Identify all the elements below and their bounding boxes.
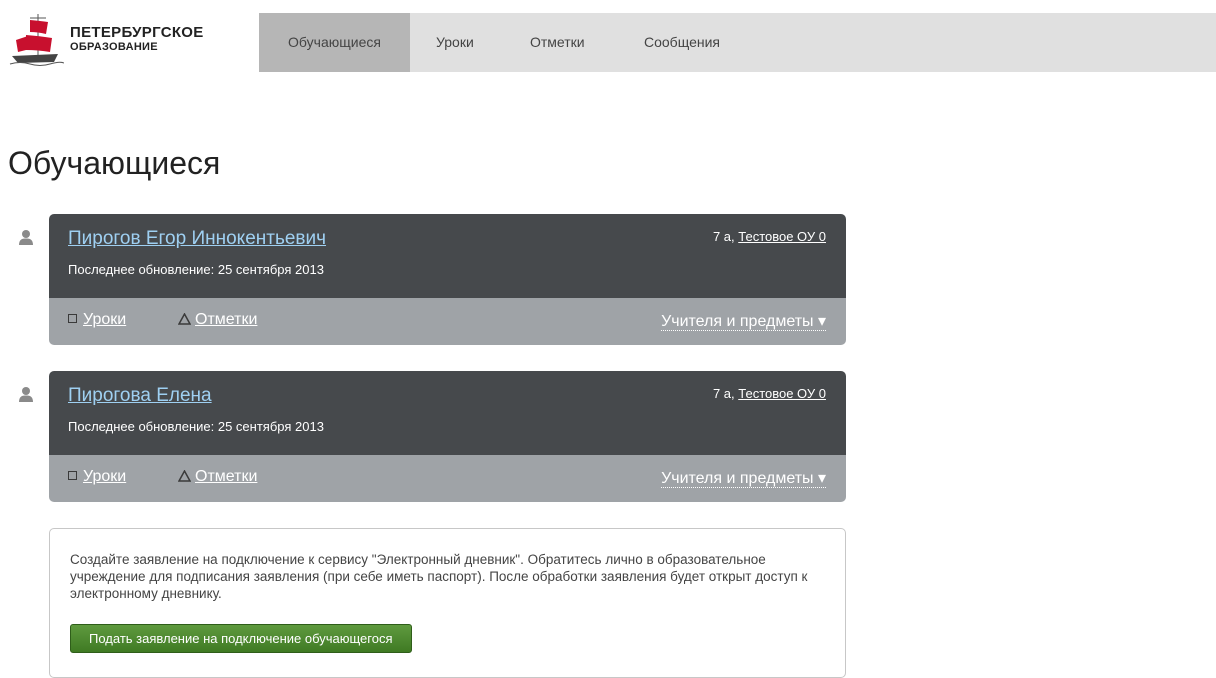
school-link[interactable]: Тестовое ОУ 0 [738, 229, 826, 244]
page-title: Обучающиеся [8, 145, 221, 181]
last-updated-text: Последнее обновление: 25 сентября 2013 [68, 262, 324, 277]
nav-tab-messages[interactable]: Сообщения [644, 13, 720, 72]
marks-link-label: Отметки [195, 468, 258, 485]
school-link[interactable]: Тестовое ОУ 0 [738, 386, 826, 401]
triangle-icon [178, 313, 191, 325]
teachers-subjects-label: Учителя и предметы ▾ [661, 470, 826, 488]
student-card-actions: Уроки Отметки Учителя и предметы ▾ [49, 298, 846, 345]
class-label: 7 а, [712, 386, 735, 401]
nav-tab-marks[interactable]: Отметки [530, 13, 585, 72]
student-name-link[interactable]: Пирогов Егор Иннокентьевич [68, 228, 326, 250]
student-name-link[interactable]: Пирогова Елена [68, 385, 212, 407]
nav-tab-students[interactable]: Обучающиеся [259, 13, 410, 72]
square-icon [68, 471, 77, 480]
class-info: 7 а, Тестовое ОУ 0 [713, 229, 826, 244]
marks-link-label: Отметки [195, 311, 258, 328]
class-label: 7 а, [712, 229, 735, 244]
person-icon [19, 387, 33, 402]
last-updated-text: Последнее обновление: 25 сентября 2013 [68, 419, 324, 434]
header: ПЕТЕРБУРГСКОЕ ОБРАЗОВАНИЕ Обучающиеся Ур… [0, 0, 1216, 72]
teachers-subjects-dropdown[interactable]: Учителя и предметы ▾ [661, 311, 826, 331]
ship-logo-icon [9, 14, 64, 66]
person-icon [19, 230, 33, 245]
student-card-header: Пирогова Елена Последнее обновление: 25 … [49, 371, 846, 455]
marks-link[interactable]: Отметки [178, 311, 257, 329]
main-nav: Обучающиеся Уроки Отметки Сообщения [259, 13, 1216, 72]
student-card: Пирогов Егор Иннокентьевич Последнее обн… [49, 214, 846, 345]
teachers-subjects-dropdown[interactable]: Учителя и предметы ▾ [661, 468, 826, 488]
lessons-link[interactable]: Уроки [68, 311, 126, 329]
square-icon [68, 314, 77, 323]
student-card: Пирогова Елена Последнее обновление: 25 … [49, 371, 846, 502]
lessons-link[interactable]: Уроки [68, 468, 126, 486]
lessons-link-label: Уроки [83, 311, 127, 328]
logo-line2: ОБРАЗОВАНИЕ [70, 41, 158, 53]
logo-text: ПЕТЕРБУРГСКОЕ ОБРАЗОВАНИЕ [70, 24, 204, 54]
nav-tab-lessons[interactable]: Уроки [436, 13, 474, 72]
teachers-subjects-label: Учителя и предметы ▾ [661, 313, 826, 331]
class-info: 7 а, Тестовое ОУ 0 [713, 386, 826, 401]
student-card-actions: Уроки Отметки Учителя и предметы ▾ [49, 455, 846, 502]
apply-connection-button[interactable]: Подать заявление на подключение обучающе… [70, 624, 412, 653]
logo[interactable]: ПЕТЕРБУРГСКОЕ ОБРАЗОВАНИЕ [8, 12, 258, 68]
connection-info-text: Создайте заявление на подключение к серв… [70, 552, 808, 601]
connection-info-box: Создайте заявление на подключение к серв… [49, 528, 846, 678]
logo-line1: ПЕТЕРБУРГСКОЕ [70, 24, 204, 41]
lessons-link-label: Уроки [83, 468, 127, 485]
marks-link[interactable]: Отметки [178, 468, 257, 486]
triangle-icon [178, 470, 191, 482]
student-card-header: Пирогов Егор Иннокентьевич Последнее обн… [49, 214, 846, 298]
